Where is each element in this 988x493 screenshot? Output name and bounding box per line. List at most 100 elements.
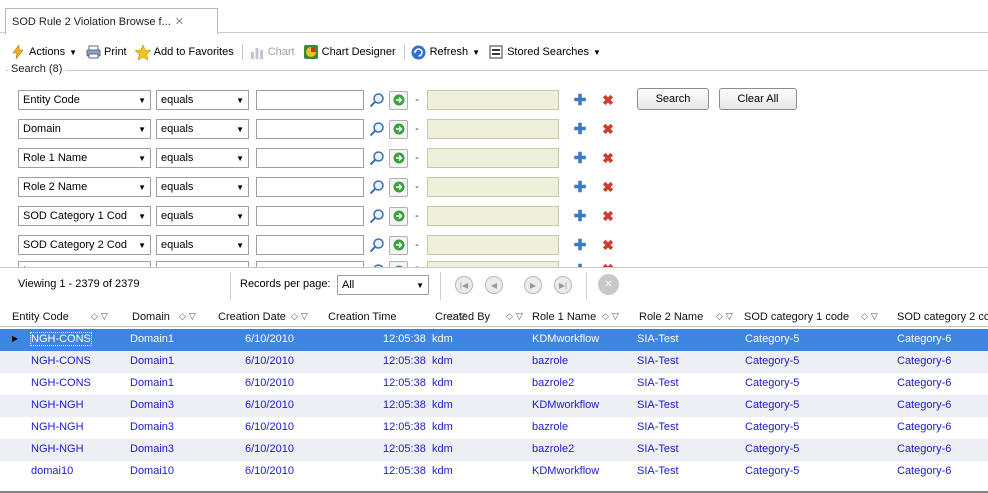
column-header[interactable]: SOD category 1 code [744,311,849,323]
chart-button[interactable]: Chart [249,44,295,60]
search-value-to-input[interactable] [427,235,559,255]
refresh-button[interactable]: Refresh ▼ [411,44,480,60]
sort-icon[interactable]: ◇ [291,311,298,322]
lookup-arrow-icon[interactable] [389,148,408,168]
table-row[interactable]: NGH-CONS Domain1 6/10/2010 12:05:38 kdm bazro… [0,351,988,373]
search-operator-select[interactable]: equals ▼ [156,206,249,226]
table-row[interactable]: NGH-NGH Domain3 6/10/2010 12:05:38 kdm bazrol… [0,417,988,439]
actions-button[interactable]: Actions ▼ [10,44,77,60]
search-value-to-input[interactable] [427,206,559,226]
add-criteria-icon[interactable]: ✚ [572,91,588,109]
table-row[interactable]: NGH-CONS Domain1 6/10/2010 12:05:38 kdm bazro… [0,373,988,395]
add-criteria-icon[interactable]: ✚ [572,236,588,254]
remove-criteria-icon[interactable]: ✖ [600,121,616,138]
table-row[interactable]: NGH-NGH Domain3 6/10/2010 12:05:38 kdm KDMwor… [0,395,988,417]
lookup-arrow-icon[interactable] [389,90,408,110]
print-button[interactable]: Print [85,44,127,60]
add-to-favorites-button[interactable]: Add to Favorites [134,44,234,60]
column-header[interactable]: Created By [435,311,490,323]
sort-icon[interactable]: ◇ [861,311,868,322]
remove-criteria-icon[interactable]: ✖ [600,208,616,225]
magnifier-icon[interactable] [367,207,387,226]
table-cell: 6/10/2010 [245,399,294,411]
remove-criteria-icon[interactable]: ✖ [600,179,616,196]
lookup-arrow-icon[interactable] [389,177,408,197]
column-header[interactable]: Domain [132,311,170,323]
search-row: SOD Category 2 Cod ▼ equals ▼ - ✚ ✖ [12,235,616,255]
stop-icon[interactable]: ✕ [598,274,619,295]
filter-icon[interactable]: ▽ [301,311,308,322]
sort-icon[interactable]: ◇ [91,311,98,322]
sort-icon[interactable]: ◇ [179,311,186,322]
magnifier-icon[interactable] [367,91,387,110]
search-value-input[interactable] [256,119,364,139]
search-value-input[interactable] [256,90,364,110]
search-value-input[interactable] [256,177,364,197]
search-operator-select[interactable]: equals ▼ [156,235,249,255]
chart-designer-button[interactable]: Chart Designer [303,44,396,60]
table-cell: 6/10/2010 [245,333,294,345]
magnifier-icon[interactable] [367,236,387,255]
stored-searches-button[interactable]: Stored Searches ▼ [488,44,601,60]
last-page-icon[interactable]: ▶| [554,276,572,294]
search-operator-select[interactable]: equals ▼ [156,148,249,168]
add-criteria-icon[interactable]: ✚ [572,207,588,225]
add-criteria-icon[interactable]: ✚ [572,178,588,196]
search-operator-select[interactable]: equals ▼ [156,90,249,110]
filter-icon[interactable]: ▽ [726,311,733,322]
next-page-icon[interactable]: ▶ [524,276,542,294]
magnifier-icon[interactable] [367,120,387,139]
lookup-arrow-icon[interactable] [389,206,408,226]
remove-criteria-icon[interactable]: ✖ [600,237,616,254]
search-value-to-input[interactable] [427,177,559,197]
search-value-to-input[interactable] [427,148,559,168]
lookup-arrow-icon[interactable] [389,235,408,255]
search-operator-select[interactable]: equals ▼ [156,177,249,197]
search-value-input[interactable] [256,235,364,255]
search-value-to-input[interactable] [427,90,559,110]
previous-page-icon[interactable]: ◀ [485,276,503,294]
sort-icon[interactable]: ◇ [716,311,723,322]
search-value-input[interactable] [256,148,364,168]
add-criteria-icon[interactable]: ✚ [572,149,588,167]
close-icon[interactable]: ✕ [175,15,184,28]
magnifier-icon[interactable] [367,149,387,168]
table-cell: NGH-CONS [30,332,92,346]
search-field-select[interactable]: SOD Category 1 Cod ▼ [18,206,151,226]
column-header[interactable]: Role 2 Name [639,311,703,323]
column-header[interactable]: Creation Time [328,311,396,323]
column-header[interactable]: Creation Date [218,311,286,323]
sort-icon[interactable]: ◇ [602,311,609,322]
filter-icon[interactable]: ▽ [516,311,523,322]
clear-all-button[interactable]: Clear All [719,88,797,110]
search-value-input[interactable] [256,206,364,226]
table-row[interactable]: ▶ NGH-CONS Domain1 6/10/2010 12:05:38 kdm KDMw… [0,329,988,351]
column-header[interactable]: Entity Code [12,311,69,323]
search-field-select[interactable]: Domain ▼ [18,119,151,139]
search-field-select[interactable]: Role 1 Name ▼ [18,148,151,168]
chevron-down-icon: ▼ [236,153,244,163]
filter-icon[interactable]: ▽ [189,311,196,322]
search-value-to-input[interactable] [427,119,559,139]
magnifier-icon[interactable] [367,178,387,197]
search-field-select[interactable]: SOD Category 2 Cod ▼ [18,235,151,255]
add-criteria-icon[interactable]: ✚ [572,120,588,138]
tab-sod-rule-2[interactable]: SOD Rule 2 Violation Browse f... ✕ [5,8,218,34]
table-row[interactable]: NGH-NGH Domain3 6/10/2010 12:05:38 kdm bazrol… [0,439,988,461]
first-page-icon[interactable]: |◀ [455,276,473,294]
column-header[interactable]: SOD category 2 co [897,311,988,323]
search-operator-select[interactable]: equals ▼ [156,119,249,139]
filter-icon[interactable]: ▽ [871,311,878,322]
search-button[interactable]: Search [637,88,709,110]
search-field-select[interactable]: Entity Code ▼ [18,90,151,110]
column-header[interactable]: Role 1 Name [532,311,596,323]
filter-icon[interactable]: ▽ [101,311,108,322]
search-field-select[interactable]: Role 2 Name ▼ [18,177,151,197]
records-per-page-select[interactable]: All ▼ [337,275,429,295]
filter-icon[interactable]: ▽ [612,311,619,322]
sort-icon[interactable]: ◇ [506,311,513,322]
table-row[interactable]: domai10 Domai10 6/10/2010 12:05:38 kdm KDMwor… [0,461,988,483]
remove-criteria-icon[interactable]: ✖ [600,150,616,167]
remove-criteria-icon[interactable]: ✖ [600,92,616,109]
lookup-arrow-icon[interactable] [389,119,408,139]
